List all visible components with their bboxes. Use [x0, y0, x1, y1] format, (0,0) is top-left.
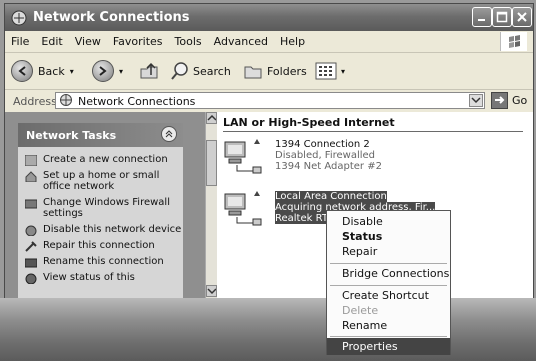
go-arrow-icon — [491, 92, 508, 109]
search-button[interactable]: Search — [170, 59, 231, 83]
menu-tools[interactable]: Tools — [169, 31, 208, 48]
menu-favorites[interactable]: Favorites — [107, 31, 169, 48]
search-label: Search — [193, 64, 231, 78]
forward-arrow-icon — [92, 60, 114, 82]
connection-status: Disabled, Firewalled — [275, 150, 376, 161]
views-dropdown-icon: ▾ — [341, 66, 346, 76]
task-view-status[interactable]: View status of this — [18, 272, 183, 284]
views-button[interactable]: ▾ — [315, 59, 345, 83]
menu-separator — [330, 263, 447, 264]
task-pane: Network Tasks Create a new connection Se… — [5, 112, 205, 298]
search-icon — [171, 62, 188, 80]
address-label: Address — [13, 95, 57, 108]
menu-edit[interactable]: Edit — [35, 31, 68, 48]
folders-button[interactable]: Folders — [243, 59, 307, 83]
task-label: Create a new connection — [43, 154, 168, 165]
task-label: Rename this connection — [43, 256, 164, 267]
task-label: Set up a home or small office network — [43, 170, 160, 192]
new-connection-icon — [25, 155, 37, 166]
back-arrow-icon — [11, 60, 33, 82]
chevron-down-icon — [207, 288, 217, 295]
back-dropdown-icon[interactable]: ▾ — [70, 67, 74, 76]
menu-bar: File Edit View Favorites Tools Advanced Help — [5, 31, 533, 53]
windows-flag-logo — [500, 32, 527, 51]
task-create-connection[interactable]: Create a new connection — [18, 154, 183, 166]
task-pane-scrollbar[interactable] — [205, 112, 217, 298]
window-title: Network Connections — [33, 10, 190, 25]
menu-help[interactable]: Help — [274, 31, 311, 48]
up-folder-button[interactable] — [138, 59, 160, 83]
task-disable-device[interactable]: Disable this network device — [18, 224, 183, 236]
task-home-network[interactable]: Set up a home or small office network — [18, 170, 183, 192]
task-label: Change Windows Firewall settings — [43, 197, 170, 219]
task-label: View status of this — [43, 272, 135, 283]
address-bar: Address Network Connections Go — [5, 90, 533, 113]
task-firewall-settings[interactable]: Change Windows Firewall settings — [18, 197, 183, 219]
folders-label: Folders — [267, 64, 307, 78]
task-rename-connection[interactable]: Rename this connection — [18, 256, 183, 268]
back-button[interactable]: Back ▾ — [11, 59, 74, 83]
disable-device-icon — [25, 225, 37, 236]
chevron-up-icon — [207, 114, 217, 121]
scroll-up-button[interactable] — [206, 112, 217, 124]
menu-separator — [330, 285, 447, 286]
double-chevron-up-icon — [165, 130, 173, 138]
group-title: LAN or High-Speed Internet — [223, 116, 395, 129]
network-tasks-panel: Network Tasks Create a new connection Se… — [18, 123, 183, 298]
minimize-button[interactable] — [472, 7, 492, 27]
network-tasks-title: Network Tasks — [26, 129, 117, 142]
network-globe-icon — [60, 94, 72, 106]
forward-dropdown-icon[interactable]: ▾ — [119, 67, 123, 76]
address-value: Network Connections — [78, 95, 196, 108]
status-icon — [25, 273, 37, 284]
network-computer-icon — [224, 139, 262, 174]
connection-name: Local Area Connection — [275, 191, 387, 202]
menu-item-bridge-connections[interactable]: Bridge Connections — [327, 265, 450, 282]
network-computer-icon — [224, 191, 262, 226]
forward-button[interactable]: ▾ — [92, 59, 123, 83]
folders-icon — [244, 66, 262, 79]
up-folder-icon — [140, 62, 158, 79]
address-input[interactable]: Network Connections — [55, 92, 485, 109]
network-connections-icon — [11, 10, 27, 26]
menu-file[interactable]: File — [5, 31, 35, 48]
menu-view[interactable]: View — [69, 31, 107, 48]
repair-icon — [25, 241, 37, 252]
task-label: Repair this connection — [43, 240, 155, 251]
close-icon — [517, 12, 527, 22]
desktop-background — [0, 298, 536, 361]
home-network-icon — [25, 171, 37, 182]
connection-device: Realtek RTL — [275, 213, 334, 224]
maximize-button[interactable] — [492, 7, 512, 27]
go-button[interactable]: Go — [491, 92, 527, 109]
menu-advanced[interactable]: Advanced — [208, 31, 274, 48]
go-label: Go — [512, 94, 528, 107]
rename-icon — [25, 258, 37, 268]
context-menu: Disable Status Repair Bridge Connections… — [326, 210, 451, 355]
collapse-button[interactable] — [161, 126, 177, 142]
chevron-down-icon — [471, 97, 481, 104]
back-label: Back — [38, 64, 65, 78]
menu-separator — [330, 336, 447, 337]
scroll-thumb[interactable] — [206, 140, 217, 186]
menu-item-rename[interactable]: Rename — [327, 317, 450, 334]
address-dropdown-button[interactable] — [469, 94, 483, 107]
maximize-icon — [496, 11, 508, 23]
task-repair-connection[interactable]: Repair this connection — [18, 240, 183, 252]
connection-device: 1394 Net Adapter #2 — [275, 161, 382, 172]
task-label: Disable this network device — [43, 224, 182, 235]
menu-item-repair[interactable]: Repair — [327, 243, 450, 260]
scroll-down-button[interactable] — [206, 285, 217, 297]
minimize-icon — [478, 19, 485, 21]
close-button[interactable] — [512, 7, 532, 27]
explorer-window: Network Connections File Edit View Favorite… — [4, 3, 534, 298]
title-bar[interactable]: Network Connections — [5, 4, 533, 31]
group-divider — [223, 131, 523, 132]
menu-item-properties[interactable]: Properties — [327, 338, 450, 355]
toolbar: Back ▾ ▾ Search Folders ▾ — [5, 53, 533, 90]
network-tasks-header[interactable]: Network Tasks — [18, 123, 183, 147]
firewall-icon — [25, 199, 37, 209]
connection-name: 1394 Connection 2 — [275, 139, 370, 150]
views-icon — [315, 62, 337, 80]
